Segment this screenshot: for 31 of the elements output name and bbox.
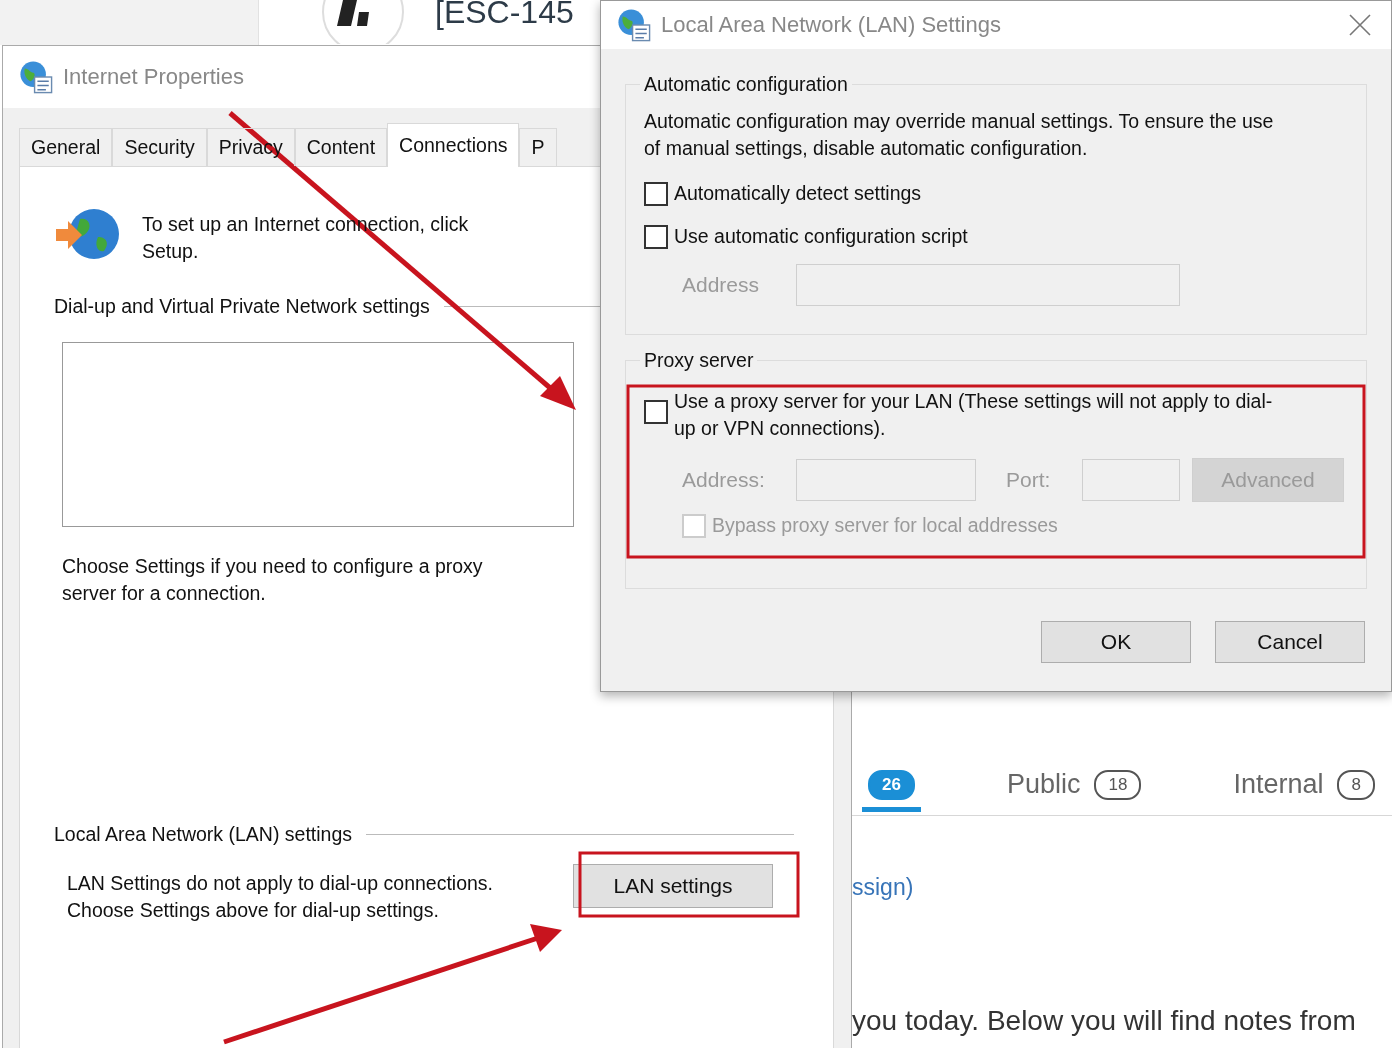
checkbox-label: Automatically detect settings bbox=[674, 181, 922, 206]
checkbox-label: Bypass proxy server for local addresses bbox=[712, 513, 1058, 538]
connection-list[interactable] bbox=[62, 342, 574, 527]
tab[interactable]: Connections bbox=[387, 123, 520, 167]
checkbox[interactable] bbox=[644, 182, 668, 206]
close-icon[interactable] bbox=[1349, 14, 1371, 36]
field-label: Port: bbox=[1006, 468, 1052, 492]
checkbox[interactable] bbox=[644, 225, 668, 249]
window-title: Local Area Network (LAN) Settings bbox=[661, 12, 1001, 38]
checkbox-label: Use automatic configuration script bbox=[674, 224, 968, 249]
app-icon bbox=[617, 8, 651, 42]
app-icon bbox=[19, 60, 53, 94]
field-label: Address: bbox=[682, 468, 766, 492]
group-label: Automatic configuration bbox=[643, 73, 849, 96]
ok-button[interactable]: OK bbox=[1041, 621, 1191, 663]
group-label: Local Area Network (LAN) settings bbox=[54, 823, 353, 846]
checkbox-label: Use a proxy server for your LAN (These settings will not apply to dial-up or VPN connections). bbox=[674, 389, 1274, 441]
lan-note: LAN Settings do not apply to dial-up connections. Choose Settings above for dial-up settings. bbox=[67, 871, 495, 923]
tab[interactable]: Public 18 bbox=[1000, 763, 1148, 812]
group-label: Dial-up and Virtual Private Network settings bbox=[54, 295, 430, 318]
proxy-hint: Choose Settings if you need to configure a proxy server for a connection. bbox=[62, 554, 484, 606]
lan-settings-button[interactable]: LAN settings bbox=[573, 864, 773, 908]
auto-config-note: Automatic configuration may override manual settings. To ensure the use of manual settings, disable automatic configuration. bbox=[644, 109, 1275, 161]
field-label: Address bbox=[682, 273, 761, 297]
tab[interactable]: Internal 8 bbox=[1227, 763, 1381, 812]
cancel-button[interactable]: Cancel bbox=[1215, 621, 1365, 663]
group-label: Proxy server bbox=[643, 349, 755, 372]
link-text[interactable]: ssign) bbox=[852, 874, 1392, 901]
window-title: Internet Properties bbox=[63, 64, 244, 90]
body-text: you today. Below you will find notes from bbox=[852, 1005, 1357, 1037]
page-heading: [ESC-145 bbox=[435, 0, 574, 28]
